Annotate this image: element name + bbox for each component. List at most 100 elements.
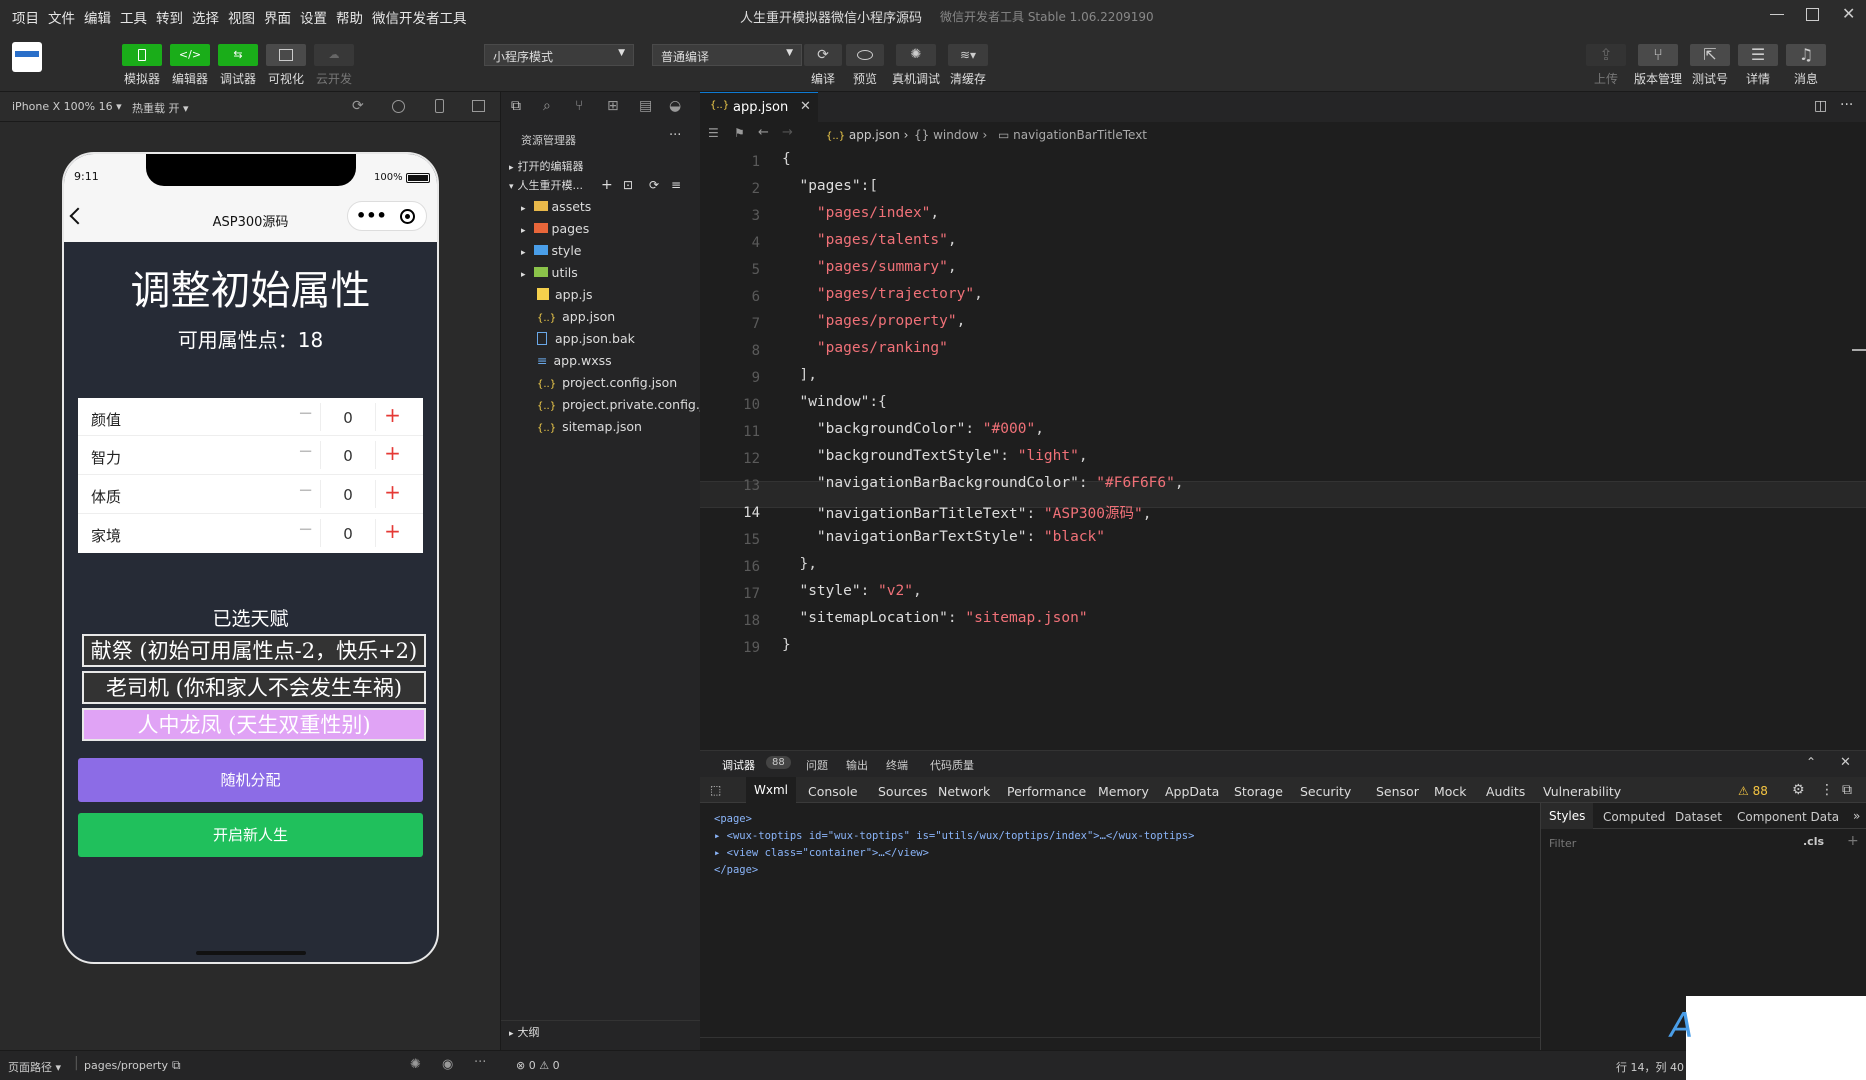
outline-section[interactable]: ▸ 大纲: [501, 1020, 701, 1042]
testid-button[interactable]: ⇱: [1690, 44, 1730, 66]
tab-sources[interactable]: Sources: [878, 784, 927, 799]
record-icon[interactable]: [392, 100, 405, 113]
visual-button[interactable]: [266, 44, 306, 66]
code-line[interactable]: "navigationBarTextStyle": "black": [782, 529, 1105, 545]
new-folder-icon[interactable]: ⊡: [623, 174, 633, 196]
tab-network[interactable]: Network: [938, 784, 990, 799]
tree-item[interactable]: ▸ utils: [501, 262, 701, 284]
tab-appdata[interactable]: AppData: [1165, 784, 1219, 799]
tab-output[interactable]: 输出: [846, 757, 868, 773]
add-rule-icon[interactable]: +: [1847, 833, 1859, 849]
chevron-right-icon[interactable]: »: [1853, 809, 1860, 823]
close-icon[interactable]: ✕: [1840, 755, 1851, 770]
menu-interface[interactable]: 界面: [264, 7, 291, 27]
tab-performance[interactable]: Performance: [1007, 784, 1086, 799]
tab-security[interactable]: Security: [1300, 784, 1351, 799]
compile-button[interactable]: ⟳: [804, 44, 842, 66]
more-icon[interactable]: ···: [474, 1055, 486, 1070]
wxml-node[interactable]: </page>: [714, 862, 1194, 879]
problems-indicator[interactable]: ⊗ 0 ⚠ 0: [516, 1059, 560, 1072]
talent-item[interactable]: 老司机 (你和家人不会发生车祸): [82, 671, 426, 704]
rotate-icon[interactable]: ⟳: [352, 98, 364, 114]
menu-view[interactable]: 视图: [228, 7, 255, 27]
collapse-icon[interactable]: ≡: [671, 174, 681, 196]
code-line[interactable]: {: [782, 151, 791, 167]
files-icon[interactable]: ⧉: [511, 98, 521, 114]
wxml-node[interactable]: ▸ <wux-toptips id="wux-toptips" is="util…: [714, 828, 1194, 845]
code-line[interactable]: "style": "v2",: [782, 583, 921, 599]
upload-button[interactable]: ⇪: [1586, 44, 1626, 66]
tab-dataset[interactable]: Dataset: [1675, 810, 1722, 824]
details-button[interactable]: ☰: [1738, 44, 1778, 66]
menu-project[interactable]: 项目: [12, 7, 39, 27]
bookmark-icon[interactable]: ⚑: [734, 126, 745, 140]
restore-icon[interactable]: [1806, 8, 1819, 21]
simulator-button[interactable]: [122, 44, 162, 66]
code-line[interactable]: }: [782, 637, 791, 653]
tab-wxml[interactable]: Wxml: [746, 777, 796, 803]
close-tab-icon[interactable]: ✕: [800, 99, 811, 114]
tab-component-data[interactable]: Component Data: [1737, 810, 1839, 824]
breadcrumb-item[interactable]: ▭ navigationBarTitleText: [998, 128, 1147, 142]
tree-item[interactable]: ▸ assets: [501, 196, 701, 218]
tab-computed[interactable]: Computed: [1603, 810, 1665, 824]
phone-icon[interactable]: [435, 99, 444, 113]
more-icon[interactable]: ···: [1840, 97, 1853, 113]
menu-file[interactable]: 文件: [48, 7, 75, 27]
new-file-icon[interactable]: +: [601, 174, 613, 196]
code-line[interactable]: "pages/trajectory",: [782, 286, 983, 302]
tab-app-json[interactable]: {..} app.json ✕: [700, 92, 818, 122]
refresh-icon[interactable]: ⟳: [649, 174, 659, 196]
tab-storage[interactable]: Storage: [1234, 784, 1283, 799]
code-line[interactable]: "pages/summary",: [782, 259, 957, 275]
copy-icon[interactable]: ⧉: [172, 1058, 181, 1073]
code-line[interactable]: },: [782, 556, 816, 572]
tab-console[interactable]: Console: [808, 784, 858, 799]
breadcrumb-item[interactable]: {..} app.json ›: [826, 128, 908, 142]
extensions-icon[interactable]: ⊞: [607, 98, 619, 114]
gear-icon[interactable]: ⚙: [1792, 782, 1805, 798]
project-section[interactable]: ▾ 人生重开模... + ⊡ ⟳ ≡: [501, 174, 701, 196]
attr-value[interactable]: 0: [325, 409, 371, 427]
talent-item[interactable]: 献祭 (初始可用属性点-2，快乐+2): [82, 634, 426, 667]
plus-button[interactable]: +: [375, 480, 409, 508]
tree-item[interactable]: {..} project.config.json: [501, 372, 701, 394]
talent-item[interactable]: 人中龙凤 (天生双重性别): [82, 708, 426, 741]
tree-item[interactable]: ▸ pages: [501, 218, 701, 240]
list-icon[interactable]: ☰: [708, 126, 719, 140]
plus-button[interactable]: +: [375, 441, 409, 469]
hotreload-select[interactable]: 热重载 开 ▾: [132, 100, 189, 116]
tree-item[interactable]: {..} project.private.config.js...: [501, 394, 722, 416]
menu-help[interactable]: 帮助: [336, 7, 363, 27]
tab-vulnerability[interactable]: Vulnerability: [1543, 784, 1621, 799]
code-line[interactable]: "pages/property",: [782, 313, 965, 329]
breadcrumb-item[interactable]: {} window ›: [914, 128, 987, 142]
plus-button[interactable]: +: [375, 403, 409, 431]
minus-button[interactable]: −: [291, 403, 321, 431]
inspect-icon[interactable]: ⬚: [710, 783, 721, 797]
attr-value[interactable]: 0: [325, 447, 371, 465]
code-line[interactable]: "pages/index",: [782, 205, 939, 221]
code-line[interactable]: "navigationBarBackgroundColor": "#F6F6F6…: [782, 475, 1184, 491]
code-line[interactable]: "pages":[: [782, 178, 878, 194]
eye-icon[interactable]: ◉: [442, 1057, 453, 1072]
avatar[interactable]: [12, 42, 42, 72]
cloud-button[interactable]: ☁: [314, 44, 354, 66]
wxml-node[interactable]: <page>: [714, 811, 1194, 828]
attr-value[interactable]: 0: [325, 525, 371, 543]
attr-value[interactable]: 0: [325, 486, 371, 504]
code-line[interactable]: "navigationBarTitleText": "ASP300源码",: [782, 502, 1152, 523]
capsule-menu[interactable]: •••: [347, 201, 427, 231]
remote-debug-button[interactable]: ✺: [896, 44, 936, 66]
code-line[interactable]: "window":{: [782, 394, 886, 410]
cls-button[interactable]: .cls: [1803, 835, 1824, 848]
mode-select[interactable]: 小程序模式 ▼: [484, 44, 634, 66]
tree-item[interactable]: ▸ style: [501, 240, 701, 262]
search-icon[interactable]: ⌕: [543, 98, 551, 114]
tree-item[interactable]: app.js: [501, 284, 701, 306]
tree-item[interactable]: {..} sitemap.json: [501, 416, 701, 438]
popout-icon[interactable]: [472, 100, 485, 112]
code-line[interactable]: "backgroundColor": "#000",: [782, 421, 1044, 437]
filter-input[interactable]: Filter: [1549, 837, 1576, 850]
messages-button[interactable]: ♫: [1786, 44, 1826, 66]
